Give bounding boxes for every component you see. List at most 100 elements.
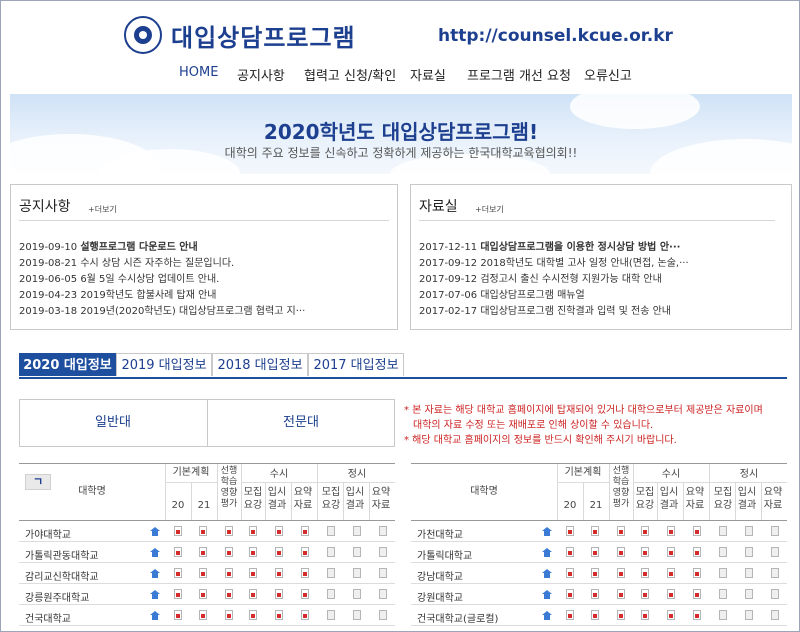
- pdf-icon[interactable]: [225, 610, 233, 620]
- pdf-icon[interactable]: [566, 526, 574, 536]
- library-item[interactable]: 2017-02-17 대입상담프로그램 진학결과 입력 및 전송 안내: [419, 302, 671, 317]
- tab-2020[interactable]: 2020 대입정보: [19, 353, 116, 376]
- home-icon[interactable]: [542, 569, 552, 578]
- notice-item[interactable]: 2019-03-18 2019년(2020학년도) 대입상담프로그램 협력고 지…: [19, 302, 305, 317]
- library-item[interactable]: 2017-09-12 검정고시 출신 수시전형 지원가능 대학 안내: [419, 270, 662, 285]
- home-icon[interactable]: [150, 590, 160, 599]
- notice-item[interactable]: 2019-04-23 2019학년도 합불사례 탑재 안내: [19, 286, 217, 301]
- pdf-icon[interactable]: [591, 589, 599, 599]
- nav-partner-school[interactable]: 협력고 신청/확인: [304, 65, 396, 84]
- pdf-icon[interactable]: [275, 589, 283, 599]
- nav-improvement-request[interactable]: 프로그램 개선 요청: [467, 65, 571, 84]
- pdf-icon[interactable]: [667, 568, 675, 578]
- pdf-icon[interactable]: [693, 610, 701, 620]
- pdf-icon[interactable]: [301, 568, 309, 578]
- pdf-icon[interactable]: [591, 547, 599, 557]
- pdf-icon[interactable]: [566, 568, 574, 578]
- pdf-icon[interactable]: [225, 589, 233, 599]
- pdf-icon[interactable]: [641, 610, 649, 620]
- tab-2018[interactable]: 2018 대입정보: [212, 353, 308, 376]
- pdf-icon[interactable]: [641, 589, 649, 599]
- university-name[interactable]: 감리교신학대학교: [25, 568, 99, 583]
- pdf-icon[interactable]: [174, 589, 182, 599]
- pdf-icon[interactable]: [225, 568, 233, 578]
- pdf-icon[interactable]: [249, 526, 257, 536]
- pdf-icon[interactable]: [667, 526, 675, 536]
- pdf-icon[interactable]: [275, 547, 283, 557]
- pdf-icon[interactable]: [693, 547, 701, 557]
- pdf-icon[interactable]: [199, 547, 207, 557]
- home-icon[interactable]: [150, 548, 160, 557]
- notices-more-link[interactable]: +더보기: [88, 204, 117, 215]
- home-icon[interactable]: [150, 611, 160, 620]
- pdf-icon[interactable]: [249, 547, 257, 557]
- pdf-icon[interactable]: [566, 610, 574, 620]
- pdf-icon[interactable]: [641, 526, 649, 536]
- home-icon[interactable]: [150, 527, 160, 536]
- library-more-link[interactable]: +더보기: [475, 204, 504, 215]
- pdf-icon[interactable]: [617, 547, 625, 557]
- pdf-icon[interactable]: [591, 568, 599, 578]
- type-general-univ-button[interactable]: 일반대: [20, 400, 206, 446]
- pdf-icon[interactable]: [275, 526, 283, 536]
- pdf-icon[interactable]: [667, 610, 675, 620]
- nav-library[interactable]: 자료실: [410, 65, 446, 84]
- home-icon[interactable]: [542, 548, 552, 557]
- pdf-icon[interactable]: [199, 589, 207, 599]
- pdf-icon[interactable]: [275, 610, 283, 620]
- pdf-icon[interactable]: [301, 547, 309, 557]
- pdf-icon[interactable]: [641, 547, 649, 557]
- tab-2017[interactable]: 2017 대입정보: [308, 353, 404, 376]
- pdf-icon[interactable]: [617, 610, 625, 620]
- home-icon[interactable]: [542, 611, 552, 620]
- university-name[interactable]: 건국대학교: [25, 610, 71, 625]
- university-name[interactable]: 가야대학교: [25, 526, 71, 541]
- pdf-icon[interactable]: [566, 589, 574, 599]
- pdf-icon[interactable]: [249, 589, 257, 599]
- nav-home[interactable]: HOME: [179, 65, 218, 80]
- home-icon[interactable]: [542, 590, 552, 599]
- pdf-icon[interactable]: [249, 610, 257, 620]
- university-name[interactable]: 가톨릭관동대학교: [25, 547, 99, 562]
- pdf-icon[interactable]: [199, 610, 207, 620]
- pdf-icon[interactable]: [301, 610, 309, 620]
- site-logo-text[interactable]: 대입상담프로그램: [171, 18, 356, 53]
- university-name[interactable]: 강원대학교: [417, 589, 463, 604]
- university-name[interactable]: 가천대학교: [417, 526, 463, 541]
- pdf-icon[interactable]: [199, 526, 207, 536]
- notice-item[interactable]: 2019-09-10 설행프로그램 다운로드 안내: [19, 238, 198, 253]
- library-item[interactable]: 2017-07-06 대입상담프로그램 매뉴얼: [419, 286, 585, 301]
- pdf-icon[interactable]: [174, 610, 182, 620]
- pdf-icon[interactable]: [199, 568, 207, 578]
- pdf-icon[interactable]: [225, 547, 233, 557]
- pdf-icon[interactable]: [617, 589, 625, 599]
- pdf-icon[interactable]: [174, 568, 182, 578]
- pdf-icon[interactable]: [667, 589, 675, 599]
- pdf-icon[interactable]: [617, 526, 625, 536]
- pdf-icon[interactable]: [617, 568, 625, 578]
- pdf-icon[interactable]: [641, 568, 649, 578]
- home-icon[interactable]: [150, 569, 160, 578]
- pdf-icon[interactable]: [591, 610, 599, 620]
- pdf-icon[interactable]: [174, 547, 182, 557]
- pdf-icon[interactable]: [667, 547, 675, 557]
- university-name[interactable]: 건국대학교(글로컬): [417, 610, 498, 625]
- pdf-icon[interactable]: [693, 568, 701, 578]
- university-name[interactable]: 강릉원주대학교: [25, 589, 89, 604]
- nav-error-report[interactable]: 오류신고: [584, 65, 632, 84]
- home-icon[interactable]: [542, 527, 552, 536]
- pdf-icon[interactable]: [174, 526, 182, 536]
- kcue-emblem-icon[interactable]: [124, 16, 162, 54]
- notice-item[interactable]: 2019-08-21 수시 상담 시즌 자주하는 질문입니다.: [19, 254, 234, 269]
- index-letter-button[interactable]: ㄱ: [25, 474, 51, 490]
- pdf-icon[interactable]: [591, 526, 599, 536]
- pdf-icon[interactable]: [225, 526, 233, 536]
- nav-notices[interactable]: 공지사항: [237, 65, 285, 84]
- notice-item[interactable]: 2019-06-05 6월 5일 수시상담 업데이트 안내.: [19, 270, 219, 285]
- university-name[interactable]: 가톨릭대학교: [417, 547, 472, 562]
- pdf-icon[interactable]: [693, 526, 701, 536]
- type-junior-college-button[interactable]: 전문대: [208, 400, 394, 446]
- university-name[interactable]: 강남대학교: [417, 568, 463, 583]
- library-item[interactable]: 2017-09-12 2018학년도 대학별 고사 일정 안내(면접, 논술,·…: [419, 254, 689, 269]
- pdf-icon[interactable]: [301, 589, 309, 599]
